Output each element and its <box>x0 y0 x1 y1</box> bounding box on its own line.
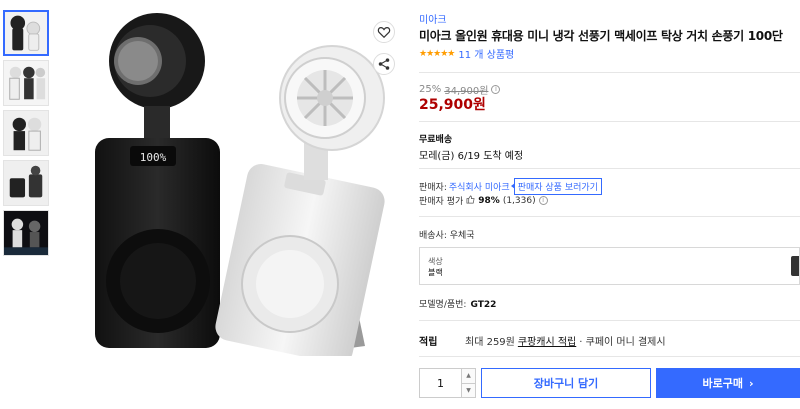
chevron-right-icon: › <box>748 376 754 390</box>
seller-rating-count: (1,336) <box>502 195 536 206</box>
seller-products-button[interactable]: 판매자 상품 보러가기 <box>510 178 602 195</box>
brand-link[interactable]: 미아크 <box>419 11 447 26</box>
option-value: 블랙 <box>428 268 443 277</box>
divider <box>419 320 800 321</box>
wishlist-heart-icon[interactable] <box>373 21 395 43</box>
option-thumbnail <box>791 256 799 276</box>
option-label: 색상 <box>428 257 443 266</box>
thumbnail-1[interactable] <box>3 10 49 56</box>
delivery-row: 배송사: 우체국 <box>419 228 475 241</box>
buy-now-label: 바로구매 <box>702 377 743 390</box>
review-count-link[interactable]: 11 개 상품평 <box>458 46 514 61</box>
delivery-label: 배송사: <box>419 231 447 241</box>
thumbnail-3[interactable] <box>3 110 49 156</box>
thumbnail-2[interactable] <box>3 60 49 106</box>
quantity-stepper: ▲ ▼ <box>419 368 476 398</box>
battery-display: 100% <box>140 151 167 164</box>
coupang-cash-link[interactable]: 쿠팡캐시 적립 <box>518 333 576 348</box>
seller-rating-label: 판매자 평가 <box>419 197 464 207</box>
delivery-carrier: 우체국 <box>449 231 475 241</box>
buy-now-button[interactable]: 바로구매 › <box>656 368 800 398</box>
rating-row[interactable]: ★★★★★ 11 개 상품평 <box>419 46 514 62</box>
reward-row: 적립 최대 259원 쿠팡캐시 적립 · 쿠페이 머니 결제시 <box>419 333 666 348</box>
reward-amount: 최대 259원 <box>465 337 515 348</box>
seller-rating-row: 판매자 평가 98% (1,336) i <box>419 194 548 207</box>
seller-info-icon[interactable]: i <box>538 196 548 205</box>
divider <box>419 168 800 169</box>
divider <box>419 216 800 217</box>
product-title: 미아크 올인원 휴대용 미니 냉각 선풍기 맥세이프 탁상 거치 손풍기 100… <box>419 29 783 43</box>
thumbnail-5[interactable] <box>3 210 49 256</box>
share-icon[interactable] <box>373 53 395 75</box>
reward-suffix: · 쿠페이 머니 결제시 <box>579 337 666 348</box>
divider <box>419 356 800 357</box>
model-row: 모델명/품번: GT22 <box>419 297 496 310</box>
divider <box>419 72 800 73</box>
seller-row: 판매자: 주식회사 미아크 판매자 상품 보러가기 <box>419 178 602 195</box>
model-label: 모델명/품번: <box>419 300 467 310</box>
seller-label: 판매자: <box>419 183 447 193</box>
quantity-input[interactable] <box>420 369 461 397</box>
quantity-increase-button[interactable]: ▲ <box>462 369 475 384</box>
model-value: GT22 <box>470 300 497 310</box>
reward-heading: 적립 <box>419 337 438 348</box>
main-product-image: 100% <box>60 6 400 356</box>
thumbs-up-icon <box>466 195 475 207</box>
seller-rating-pct: 98% <box>478 195 500 206</box>
thumbnail-list <box>3 10 51 260</box>
arrival-date: 모레(금) 6/19 도착 예정 <box>419 151 524 162</box>
thumbnail-4[interactable] <box>3 160 49 206</box>
sale-price: 25,900원 <box>419 97 486 113</box>
free-shipping-label: 무료배송 <box>419 135 453 145</box>
option-select-color[interactable]: 색상 블랙 <box>419 247 800 285</box>
star-rating: ★★★★★ <box>419 48 455 59</box>
seller-name-link[interactable]: 주식회사 미아크 <box>449 180 510 193</box>
quantity-decrease-button[interactable]: ▼ <box>462 383 475 397</box>
divider <box>419 121 800 122</box>
add-to-cart-button[interactable]: 장바구니 담기 <box>481 368 651 398</box>
price-info-icon[interactable]: i <box>491 85 501 94</box>
